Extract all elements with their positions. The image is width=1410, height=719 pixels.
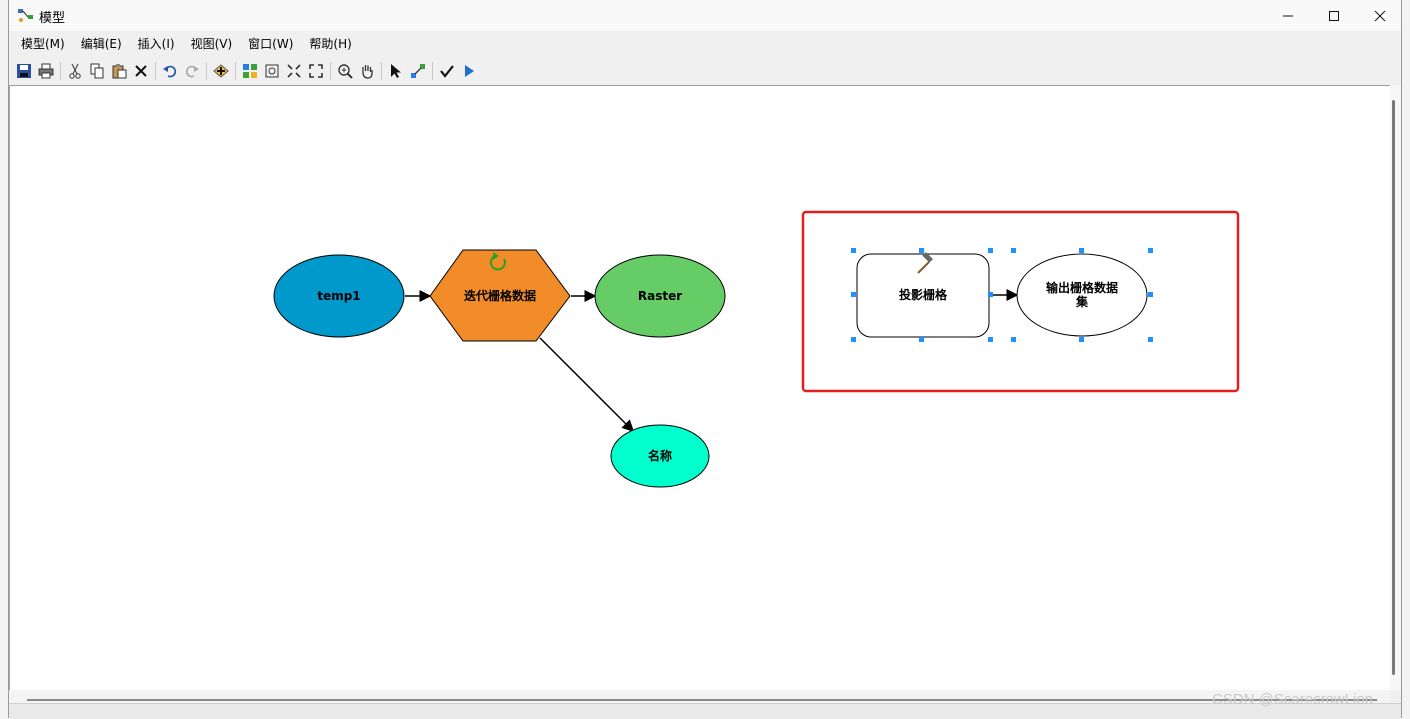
name-variable-node[interactable]: 名称 — [610, 424, 710, 488]
connect-icon — [411, 64, 425, 78]
model-diagram: temp1 迭代栅格数据 Raster 名称 投影栅格 输出栅格数据 集 — [273, 210, 1240, 488]
window-title: 模型 — [39, 11, 66, 26]
select-icon — [391, 64, 401, 78]
selection-handle[interactable] — [919, 248, 924, 253]
menu-view[interactable]: 视图(V) — [183, 33, 241, 55]
iterator-label: 迭代栅格数据 — [464, 288, 536, 303]
validate-icon — [440, 65, 454, 78]
close-button[interactable] — [1357, 0, 1403, 31]
save-icon — [17, 64, 31, 78]
menu-model[interactable]: 模型(M) — [9, 33, 73, 55]
toolbar-separator — [235, 62, 236, 80]
pan-button[interactable] — [357, 61, 377, 81]
delete-icon — [135, 65, 147, 77]
vertical-scroll-thumb[interactable] — [1392, 100, 1395, 675]
zoom-in-fixed-icon — [287, 64, 301, 78]
close-icon — [1374, 10, 1386, 21]
menu-help[interactable]: 帮助(H) — [301, 33, 359, 55]
run-icon — [465, 65, 474, 77]
undo-icon — [163, 65, 177, 78]
project-raster-tool-node[interactable]: 投影栅格 — [856, 252, 990, 338]
horizontal-scrollbar[interactable] — [9, 690, 1390, 703]
toolbar-separator — [60, 62, 61, 80]
selection-handle[interactable] — [1148, 337, 1153, 342]
connector-iterator-name — [539, 337, 635, 433]
selection-handle[interactable] — [1148, 292, 1153, 297]
select-button[interactable] — [386, 61, 406, 81]
iterator-node[interactable]: 迭代栅格数据 — [429, 249, 571, 342]
toolbar-separator — [432, 62, 433, 80]
save-button[interactable] — [14, 61, 34, 81]
selection-handle[interactable] — [1079, 248, 1084, 253]
selection-handle[interactable] — [988, 292, 993, 297]
undo-button[interactable] — [160, 61, 180, 81]
output-dataset-node[interactable]: 输出栅格数据 集 — [1016, 253, 1148, 337]
name-variable-label: 名称 — [648, 448, 672, 463]
toolbar-separator — [381, 62, 382, 80]
selection-handle[interactable] — [851, 337, 856, 342]
selection-handle[interactable] — [851, 248, 856, 253]
redo-icon — [185, 65, 199, 78]
validate-button[interactable] — [437, 61, 457, 81]
auto-layout-button[interactable] — [240, 61, 260, 81]
redo-button[interactable] — [182, 61, 202, 81]
zoom-out-fixed-icon — [309, 64, 323, 78]
toolbar-separator — [155, 62, 156, 80]
model-app-icon — [18, 9, 33, 22]
print-button[interactable] — [36, 61, 56, 81]
menu-bar: 模型(M) 编辑(E) 插入(I) 视图(V) 窗口(W) 帮助(H) — [9, 33, 1401, 55]
selection-handle[interactable] — [919, 337, 924, 342]
run-button[interactable] — [459, 61, 479, 81]
raster-variable-node[interactable]: Raster — [594, 254, 726, 338]
selection-handle[interactable] — [988, 337, 993, 342]
zoom-out-fixed-button[interactable] — [306, 61, 326, 81]
menu-insert[interactable]: 插入(I) — [130, 33, 183, 55]
add-data-icon — [213, 64, 229, 78]
watermark: CSDN @ScarecrowLion — [1212, 691, 1374, 708]
model-window: 模型 模型(M) 编辑(E) 插入(I) 视图(V) 窗口(W) 帮助(H) t… — [8, 0, 1402, 719]
paste-button[interactable] — [109, 61, 129, 81]
cut-button[interactable] — [65, 61, 85, 81]
zoom-in-fixed-button[interactable] — [284, 61, 304, 81]
paste-icon — [112, 64, 127, 79]
horizontal-scroll-thumb[interactable] — [27, 699, 1377, 701]
selection-handle[interactable] — [988, 248, 993, 253]
selection-handle[interactable] — [1011, 337, 1016, 342]
selection-handle[interactable] — [1011, 248, 1016, 253]
minimize-button[interactable] — [1265, 0, 1311, 31]
toolbar-separator — [330, 62, 331, 80]
window-bottom-edge — [9, 703, 1401, 719]
project-raster-tool-label: 投影栅格 — [899, 287, 948, 302]
model-canvas[interactable]: temp1 迭代栅格数据 Raster 名称 投影栅格 输出栅格数据 集 — [9, 85, 1391, 691]
input-variable-label: temp1 — [317, 289, 360, 303]
zoom-in-icon — [338, 64, 353, 79]
print-icon — [38, 63, 54, 79]
connect-button[interactable] — [408, 61, 428, 81]
input-variable-node[interactable]: temp1 — [273, 254, 405, 338]
maximize-icon — [1329, 10, 1339, 21]
zoom-in-button[interactable] — [335, 61, 355, 81]
auto-layout-icon — [243, 64, 257, 78]
maximize-button[interactable] — [1311, 0, 1357, 31]
copy-icon — [90, 63, 104, 79]
full-extent-button[interactable] — [262, 61, 282, 81]
toolbar-separator — [206, 62, 207, 80]
selection-handle[interactable] — [1148, 248, 1153, 253]
pan-icon — [362, 65, 373, 79]
raster-variable-label: Raster — [638, 289, 682, 303]
title-bar: 模型 — [9, 0, 1401, 31]
selection-handle[interactable] — [1079, 337, 1084, 342]
menu-window[interactable]: 窗口(W) — [240, 33, 301, 55]
cut-icon — [69, 63, 81, 79]
full-extent-icon — [265, 64, 279, 78]
add-data-button[interactable] — [211, 61, 231, 81]
menu-edit[interactable]: 编辑(E) — [73, 33, 130, 55]
output-dataset-label-line2: 集 — [1075, 294, 1089, 309]
copy-button[interactable] — [87, 61, 107, 81]
delete-button[interactable] — [131, 61, 151, 81]
output-dataset-label: 输出栅格数据 — [1046, 280, 1118, 295]
minimize-icon — [1283, 15, 1293, 16]
selection-handle[interactable] — [851, 292, 856, 297]
toolbar — [9, 59, 1401, 83]
